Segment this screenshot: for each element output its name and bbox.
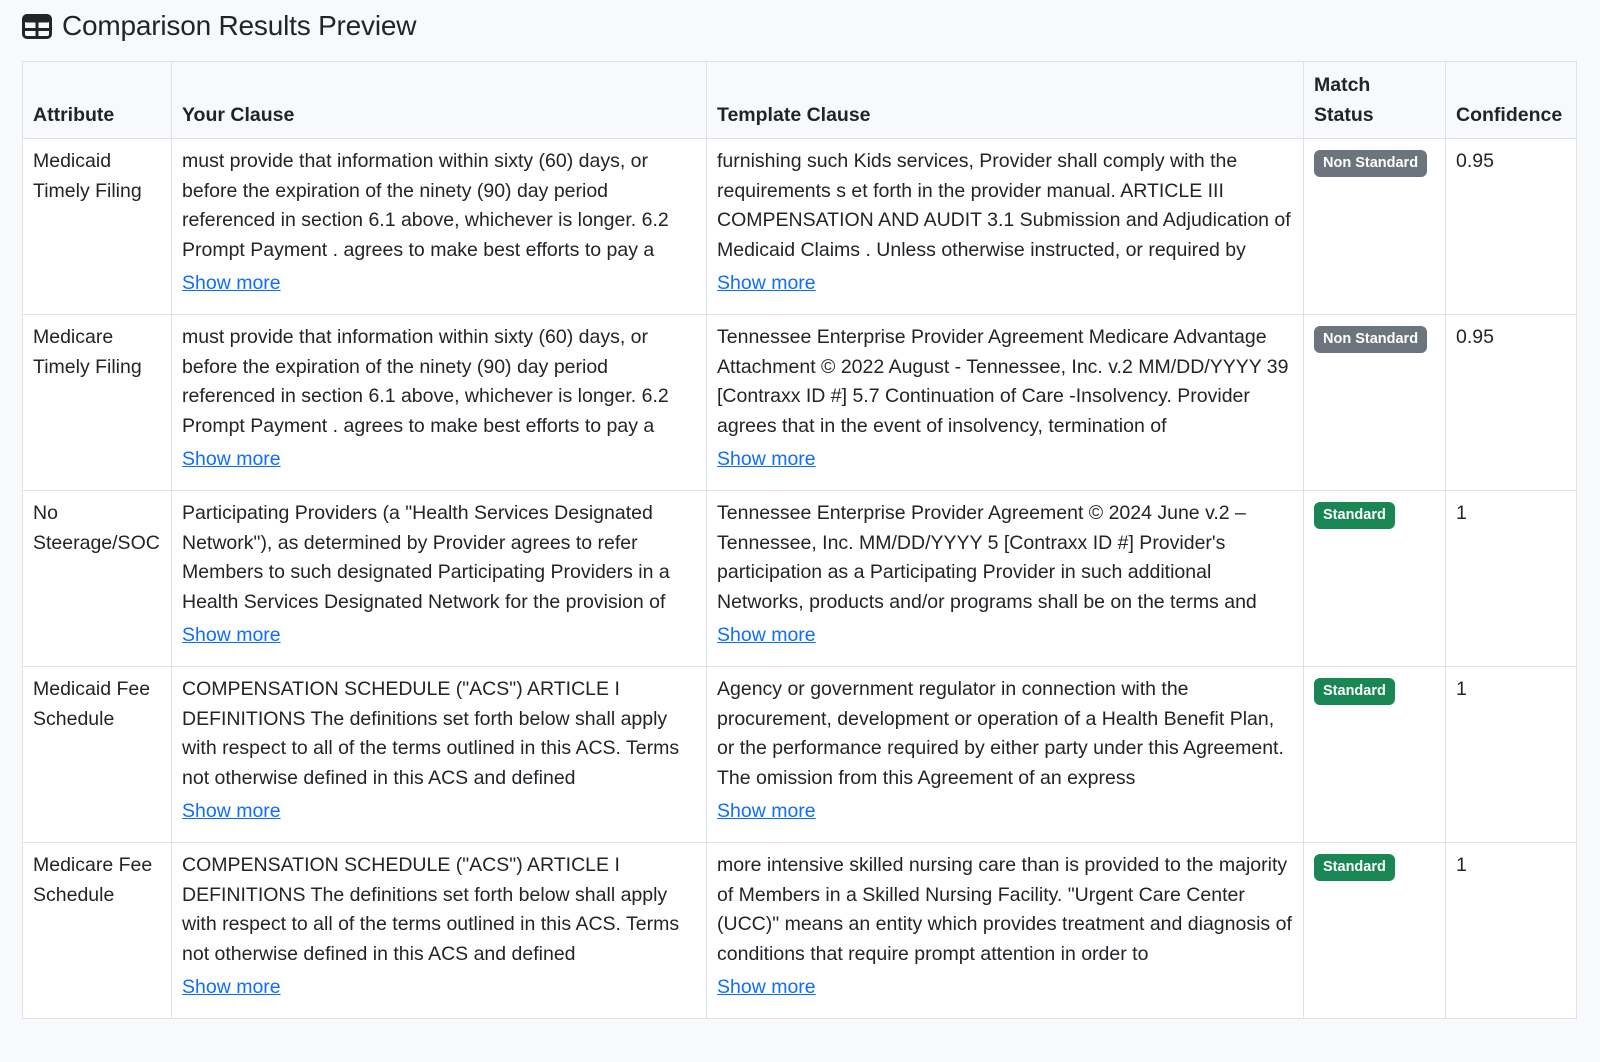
attribute-cell: No Steerage/SOC [22,490,172,668]
table-row: Medicare Timely Filing must provide that … [22,314,1577,492]
attribute-name: Medicare Timely Filing [33,326,142,378]
your-clause-text: COMPENSATION SCHEDULE ("ACS") ARTICLE I … [182,854,680,965]
page-title: Comparison Results Preview [62,10,417,41]
template-clause-show-more-link[interactable]: Show more [717,445,816,475]
template-clause-cell: furnishing such Kids services, Provider … [706,138,1304,316]
attribute-cell: Medicaid Fee Schedule [22,666,172,844]
attribute-name: Medicare Fee Schedule [33,854,153,906]
confidence-cell: 0.95 [1445,138,1577,316]
template-clause-show-more-link[interactable]: Show more [717,797,816,827]
attribute-cell: Medicare Timely Filing [22,314,172,492]
attribute-cell: Medicaid Timely Filing [22,138,172,316]
confidence-cell: 1 [1445,490,1577,668]
status-badge: Standard [1314,854,1395,881]
status-badge: Standard [1314,678,1395,705]
template-clause-show-more-link[interactable]: Show more [717,269,816,299]
template-clause-text: more intensive skilled nursing care than… [717,854,1292,965]
comparison-results-table: Attribute Your Clause Template Clause Ma… [22,60,1577,1020]
template-clause-show-more-link[interactable]: Show more [717,973,816,1003]
header-attribute: Attribute [22,60,172,140]
template-clause-cell: Tennessee Enterprise Provider Agreement … [706,314,1304,492]
match-status-cell: Standard [1303,842,1446,1020]
page-header: Comparison Results Preview [22,6,416,46]
table-icon [22,13,52,39]
attribute-name: Medicaid Fee Schedule [33,678,151,730]
status-badge: Non Standard [1314,326,1428,353]
your-clause-show-more-link[interactable]: Show more [182,445,281,475]
your-clause-cell: COMPENSATION SCHEDULE ("ACS") ARTICLE I … [171,842,707,1020]
confidence-value: 1 [1456,502,1467,525]
your-clause-cell: must provide that information within six… [171,138,707,316]
template-clause-text: Tennessee Enterprise Provider Agreement … [717,326,1289,437]
your-clause-show-more-link[interactable]: Show more [182,973,281,1003]
your-clause-text: COMPENSATION SCHEDULE ("ACS") ARTICLE I … [182,678,680,789]
your-clause-show-more-link[interactable]: Show more [182,621,281,651]
header-match-status: Match Status [1303,60,1446,140]
confidence-value: 1 [1456,854,1467,877]
your-clause-show-more-link[interactable]: Show more [182,269,281,299]
table-header-row: Attribute Your Clause Template Clause Ma… [22,60,1577,140]
status-badge: Non Standard [1314,150,1428,177]
attribute-name: No Steerage/SOC [33,502,160,554]
status-badge: Standard [1314,502,1395,529]
your-clause-cell: Participating Providers (a "Health Servi… [171,490,707,668]
confidence-value: 0.95 [1456,150,1494,173]
confidence-cell: 0.95 [1445,314,1577,492]
match-status-cell: Standard [1303,666,1446,844]
template-clause-cell: Agency or government regulator in connec… [706,666,1304,844]
template-clause-text: Agency or government regulator in connec… [717,678,1284,789]
your-clause-cell: COMPENSATION SCHEDULE ("ACS") ARTICLE I … [171,666,707,844]
confidence-cell: 1 [1445,666,1577,844]
header-confidence: Confidence [1445,60,1577,140]
your-clause-text: must provide that information within six… [182,150,669,261]
template-clause-show-more-link[interactable]: Show more [717,621,816,651]
match-status-cell: Non Standard [1303,314,1446,492]
match-status-cell: Non Standard [1303,138,1446,316]
template-clause-cell: more intensive skilled nursing care than… [706,842,1304,1020]
header-template-clause: Template Clause [706,60,1304,140]
attribute-cell: Medicare Fee Schedule [22,842,172,1020]
table-row: No Steerage/SOC Participating Providers (… [22,490,1577,668]
table-row: Medicare Fee Schedule COMPENSATION SCHEDU… [22,842,1577,1020]
your-clause-text: Participating Providers (a "Health Servi… [182,502,670,613]
attribute-name: Medicaid Timely Filing [33,150,142,202]
template-clause-text: furnishing such Kids services, Provider … [717,150,1291,261]
confidence-value: 1 [1456,678,1467,701]
table-row: Medicaid Fee Schedule COMPENSATION SCHEDU… [22,666,1577,844]
match-status-cell: Standard [1303,490,1446,668]
your-clause-text: must provide that information within six… [182,326,669,437]
template-clause-cell: Tennessee Enterprise Provider Agreement … [706,490,1304,668]
template-clause-text: Tennessee Enterprise Provider Agreement … [717,502,1257,613]
header-your-clause: Your Clause [171,60,707,140]
confidence-cell: 1 [1445,842,1577,1020]
your-clause-show-more-link[interactable]: Show more [182,797,281,827]
confidence-value: 0.95 [1456,326,1494,349]
your-clause-cell: must provide that information within six… [171,314,707,492]
table-row: Medicaid Timely Filing must provide that … [22,138,1577,316]
